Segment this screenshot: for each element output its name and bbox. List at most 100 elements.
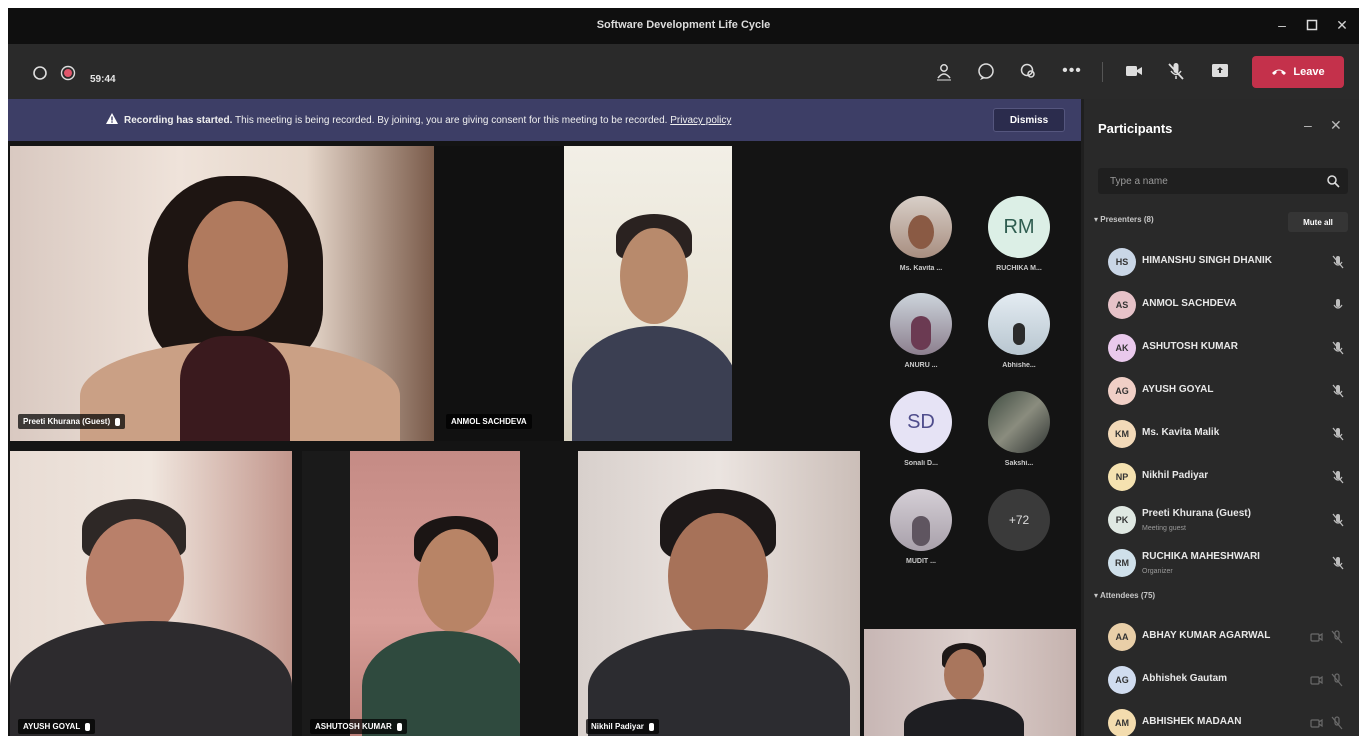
attendees-section-header[interactable]: ▾ Attendees (75) [1094,591,1155,600]
gallery-label: ANURU ... [904,362,938,369]
search-icon[interactable] [1326,174,1340,188]
avatar: KM [1108,420,1136,448]
minimize-button[interactable]: – [1270,14,1294,36]
shield-icon[interactable] [26,60,54,86]
avatar: RM [988,196,1050,258]
mic-icon [396,722,402,731]
participant-row[interactable]: AG Abhishek Gautam [1098,660,1352,698]
dismiss-button[interactable]: Dismiss [993,108,1065,132]
participant-role: Meeting guest [1142,525,1186,532]
video-tile[interactable] [864,629,1076,736]
camera-off-icon [1310,632,1323,642]
panel-title: Participants [1098,121,1173,136]
row-icons [1310,716,1344,730]
mic-off-icon [1332,513,1344,527]
close-panel-button[interactable]: ✕ [1330,117,1342,134]
gallery-label: MUDIT ... [906,558,936,565]
participant-row[interactable]: NP Nikhil Padiyar [1098,457,1352,495]
mic-off-icon [1168,63,1184,80]
privacy-policy-link[interactable]: Privacy policy [670,115,731,126]
video-tile[interactable] [564,146,732,441]
gallery-label: Sakshi... [1004,460,1034,467]
participant-name: ABHISHEK MADAAN [1142,716,1242,727]
video-tile[interactable]: Nikhil Padiyar [578,451,860,736]
participant-row[interactable]: AK ASHUTOSH KUMAR [1098,328,1352,366]
attendees-label: Attendees (75) [1099,591,1156,600]
participant-row[interactable]: AM ABHISHEK MADAAN [1098,703,1352,736]
show-participants-button[interactable] [930,58,958,84]
mic-off-icon [1332,556,1344,570]
participant-name: Preeti Khurana (Guest) [23,417,111,426]
row-icons [1310,673,1344,687]
share-screen-icon [1212,64,1228,77]
participant-row[interactable]: AS ANMOL SACHDEVA [1098,285,1352,323]
mic-off-icon [1332,427,1344,441]
gallery-participant[interactable]: Sakshi... [974,391,1064,483]
leave-label: Leave [1293,66,1325,78]
gallery-participant[interactable]: SD Sonali D... [876,391,966,483]
avatar: AA [1108,623,1136,651]
recording-message: Recording has started. This meeting is b… [106,113,731,126]
presenters-label: Presenters (8) [1100,215,1154,224]
gallery-participant[interactable]: Abhishe... [974,293,1064,385]
maximize-icon [1306,19,1318,31]
maximize-button[interactable] [1300,14,1324,36]
gallery-participant[interactable]: MUDIT ... [876,489,966,581]
close-window-button[interactable]: ✕ [1330,14,1354,36]
presenters-section-header[interactable]: ▾ Presenters (8) [1094,215,1154,224]
gallery-participant[interactable]: RM RUCHIKA M... [974,196,1064,288]
participant-row[interactable]: HS HIMANSHU SINGH DHANIK [1098,242,1352,280]
camera-off-icon [1310,675,1323,685]
chat-icon [978,63,994,80]
overflow-count: +72 [988,489,1050,551]
participant-row[interactable]: KM Ms. Kavita Malik [1098,414,1352,452]
more-participants-button[interactable]: +72 [974,489,1064,581]
participant-name: RUCHIKA MAHESHWARI [1142,551,1260,562]
search-input[interactable] [1098,168,1318,194]
participant-row[interactable]: PK Preeti Khurana (Guest) Meeting guest [1098,500,1352,538]
participant-name-tag: ANMOL SACHDEVA [446,414,532,429]
gallery-participant[interactable]: ANURU ... [876,293,966,385]
participant-row[interactable]: AA ABHAY KUMAR AGARWAL [1098,617,1352,655]
avatar: AM [1108,709,1136,736]
teams-window: Software Development Life Cycle – ✕ 59:4… [8,8,1359,736]
minimize-panel-button[interactable]: – [1304,117,1312,133]
gallery-participant[interactable]: Ms. Kavita ... [876,196,966,288]
video-tile[interactable]: Preeti Khurana (Guest) [10,146,434,441]
camera-off-icon [1310,718,1323,728]
participant-name: Nikhil Padiyar [1142,470,1209,481]
camera-button[interactable] [1120,58,1148,84]
more-options-button[interactable]: ••• [1058,58,1086,84]
participant-name-tag: ASHUTOSH KUMAR [310,719,407,734]
hand-icon [1020,63,1035,78]
window-title: Software Development Life Cycle [596,19,771,31]
toolbar-divider [1102,62,1103,82]
avatar: HS [1108,248,1136,276]
video-tile[interactable]: ANMOL SACHDEVA [434,146,564,441]
reactions-button[interactable] [1014,58,1042,84]
video-tile[interactable]: AYUSH GOYAL [10,451,292,736]
mic-off-icon [1332,255,1344,269]
avatar [988,391,1050,453]
phone-hangup-icon [1272,69,1287,75]
participant-name: ASHUTOSH KUMAR [315,722,392,731]
mic-button[interactable] [1162,58,1190,84]
participant-row[interactable]: RM RUCHIKA MAHESHWARI Organizer [1098,543,1352,581]
people-icon [937,64,951,81]
mic-off-icon [1332,470,1344,484]
video-tile[interactable]: ASHUTOSH KUMAR [302,451,520,736]
participant-row[interactable]: AG AYUSH GOYAL [1098,371,1352,409]
more-icon: ••• [1062,62,1082,79]
title-bar: Software Development Life Cycle – ✕ [8,8,1359,44]
avatar: AS [1108,291,1136,319]
leave-button[interactable]: Leave [1252,56,1344,88]
row-icons [1310,630,1344,644]
mic-off-icon [1332,341,1344,355]
chat-button[interactable] [972,58,1000,84]
participant-gallery: Ms. Kavita ... RM RUCHIKA M... ANURU ...… [868,141,1081,621]
participant-name: Nikhil Padiyar [591,722,644,731]
participant-name-tag: Preeti Khurana (Guest) [18,414,126,429]
share-button[interactable] [1206,58,1234,84]
meeting-toolbar: 59:44 ••• [8,44,1359,99]
mute-all-button[interactable]: Mute all [1288,212,1348,232]
